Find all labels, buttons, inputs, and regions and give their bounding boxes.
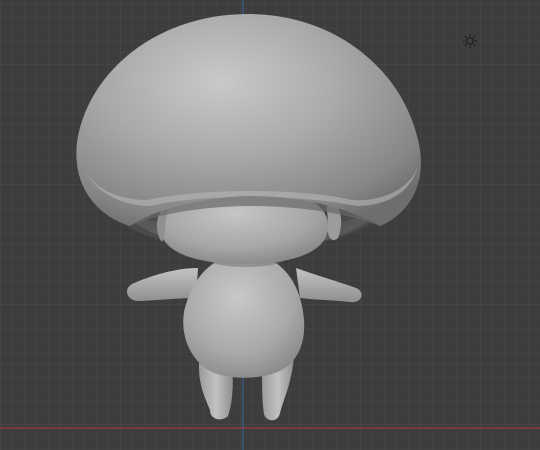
viewport-canvas[interactable]: [0, 0, 540, 450]
3d-viewport[interactable]: [0, 0, 540, 450]
